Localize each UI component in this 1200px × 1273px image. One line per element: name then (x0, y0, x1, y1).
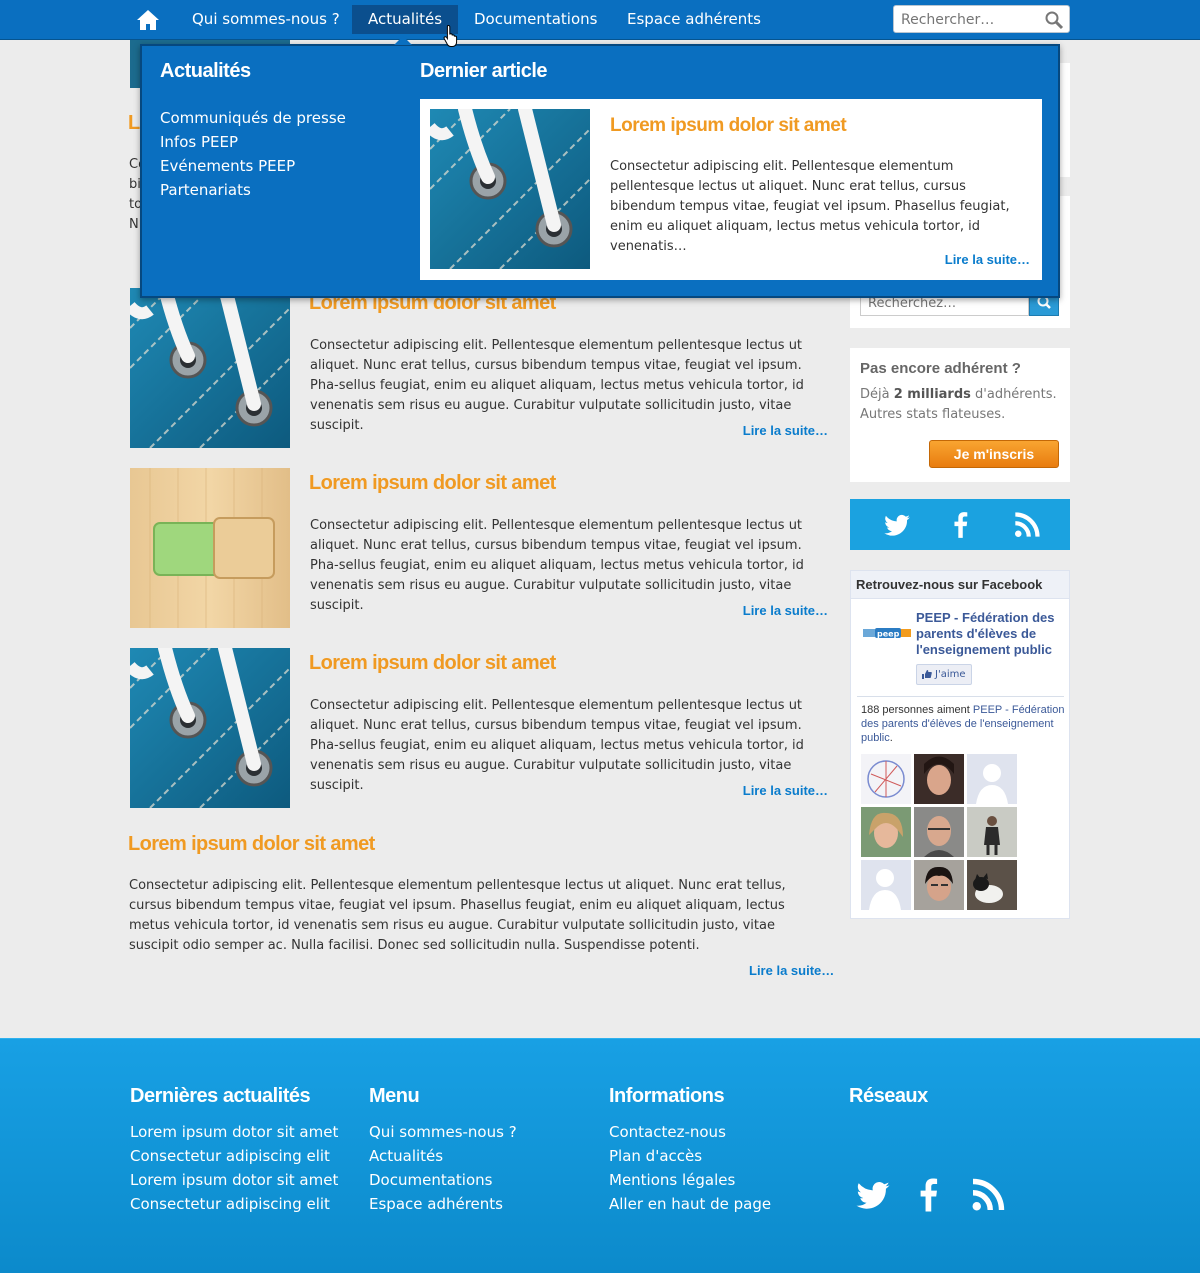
thumbs-up-icon (922, 670, 932, 679)
join-stat: 2 milliards (893, 387, 971, 402)
shoe-lace-image[interactable] (130, 288, 290, 448)
twitter-icon[interactable] (855, 1177, 891, 1213)
article-title[interactable]: Lorem ipsum dolor sit amet (309, 472, 556, 495)
facebook-icon[interactable] (947, 511, 975, 539)
article-card: Lorem ipsum dolor sit amet Consectetur a… (130, 288, 830, 448)
like-count-suffix: . (889, 732, 893, 744)
footer-heading: Menu (369, 1085, 420, 1107)
nav-item-espace-adherents[interactable]: Espace adhérents (611, 5, 777, 34)
twitter-icon[interactable] (883, 511, 911, 539)
facebook-widget-header: Retrouvez-nous sur Facebook (851, 571, 1069, 599)
join-title: Pas encore adhérent ? (860, 360, 1021, 377)
fan-avatar-placeholder[interactable] (967, 754, 1017, 804)
nav-item-qui-sommes-nous[interactable]: Qui sommes-nous ? (176, 5, 356, 34)
fan-avatar[interactable] (914, 754, 964, 804)
article-excerpt: Consectetur adipiscing elit. Pellentesqu… (129, 878, 786, 953)
read-more-link[interactable]: Lire la suite… (743, 603, 828, 618)
article-title[interactable]: Lorem ipsum dolor sit amet (309, 652, 556, 675)
join-text-line2: Autres stats flateuses. (860, 407, 1006, 422)
signup-button[interactable]: Je m'inscris (929, 440, 1059, 468)
search-icon[interactable] (1044, 10, 1064, 30)
footer-heading: Réseaux (849, 1085, 928, 1107)
join-box: Pas encore adhérent ? Déjà 2 milliards d… (850, 348, 1070, 482)
dropdown-caret (394, 36, 412, 45)
latest-article-title[interactable]: Lorem ipsum dolor sit amet (610, 115, 847, 137)
rss-icon[interactable] (970, 1177, 1006, 1213)
wood-toggle-image[interactable] (130, 468, 290, 628)
site-footer: Dernières actualités Lorem ipsum dotor s… (0, 1038, 1200, 1273)
facebook-icon[interactable] (911, 1177, 947, 1213)
footer-heading: Dernières actualités (130, 1085, 311, 1107)
divider (857, 696, 1064, 697)
nav-item-documentations[interactable]: Documentations (458, 5, 613, 34)
facebook-like-button[interactable]: J'aime (916, 664, 972, 685)
dropdown-section-title: Actualités (160, 60, 251, 82)
rss-icon[interactable] (1013, 511, 1041, 539)
fan-avatar-placeholder[interactable] (861, 860, 911, 910)
article-card: Lorem ipsum dolor sit amet Consectetur a… (130, 468, 830, 628)
latest-article-card: Lorem ipsum dolor sit amet Consectetur a… (420, 99, 1042, 280)
latest-article-excerpt: Consectetur adipiscing elit. Pellentesqu… (610, 159, 1010, 254)
read-more-link[interactable]: Lire la suite… (743, 783, 828, 798)
fan-avatar[interactable] (967, 807, 1017, 857)
read-more-link[interactable]: Lire la suite… (945, 252, 1030, 267)
footer-link[interactable]: Contactez-nous (609, 1120, 771, 1144)
like-count-text: 188 personnes aiment (861, 704, 973, 716)
footer-link[interactable]: Actualités (369, 1144, 517, 1168)
footer-link[interactable]: Documentations (369, 1168, 517, 1192)
footer-column-networks: Réseaux (849, 1085, 1005, 1212)
join-text: Déjà 2 milliards d'adhérents. Autres sta… (860, 385, 1065, 425)
footer-link[interactable]: Qui sommes-nous ? (369, 1120, 517, 1144)
facebook-like-count: 188 personnes aiment PEEP - Fédération d… (861, 703, 1066, 745)
fan-avatar[interactable] (914, 860, 964, 910)
shoe-lace-image[interactable] (430, 109, 590, 269)
footer-link[interactable]: Lorem ipsum dotor sit amet (130, 1168, 338, 1192)
footer-link[interactable]: Mentions légales (609, 1168, 771, 1192)
main-navigation: Qui sommes-nous ? Actualités Documentati… (0, 0, 1200, 40)
fan-avatar[interactable] (914, 807, 964, 857)
dropdown-link-communiques[interactable]: Communiqués de presse (160, 106, 346, 130)
join-text-suffix: d'adhérents. (970, 387, 1057, 402)
article-excerpt: Consectetur adipiscing elit. Pellentesqu… (310, 698, 804, 793)
fan-avatar[interactable] (967, 860, 1017, 910)
article-title[interactable]: Lorem ipsum dolor sit amet (128, 833, 375, 856)
peep-logo-icon[interactable]: peep (863, 625, 913, 641)
footer-column-menu: Menu Qui sommes-nous ? Actualités Docume… (369, 1085, 517, 1216)
dropdown-link-evenements[interactable]: Evénements PEEP (160, 154, 346, 178)
footer-link[interactable]: Espace adhérents (369, 1192, 517, 1216)
hand-cursor-icon (443, 24, 458, 47)
footer-link[interactable]: Aller en haut de page (609, 1192, 771, 1216)
article-excerpt: Consectetur adipiscing elit. Pellentesqu… (310, 518, 804, 613)
svg-text:peep: peep (877, 630, 900, 639)
footer-column-informations: Informations Contactez-nous Plan d'accès… (609, 1085, 771, 1216)
header-search-input[interactable] (901, 10, 1041, 29)
home-icon[interactable] (136, 8, 160, 32)
dropdown-links: Communiqués de presse Infos PEEP Evéneme… (160, 106, 346, 202)
shoe-lace-image[interactable] (130, 648, 290, 808)
article-excerpt: Consectetur adipiscing elit. Pellentesqu… (310, 338, 804, 433)
facebook-like-label: J'aime (935, 669, 966, 680)
dropdown-link-partenariats[interactable]: Partenariats (160, 178, 346, 202)
article-card: Lorem ipsum dolor sit amet Consectetur a… (130, 648, 830, 808)
facebook-page-name[interactable]: PEEP - Fédération des parents d'élèves d… (916, 610, 1066, 658)
fan-avatar[interactable] (861, 807, 911, 857)
dropdown-link-infos[interactable]: Infos PEEP (160, 130, 346, 154)
read-more-link[interactable]: Lire la suite… (743, 423, 828, 438)
footer-link[interactable]: Plan d'accès (609, 1144, 771, 1168)
facebook-widget: Retrouvez-nous sur Facebook peep PEEP - … (850, 570, 1070, 919)
footer-heading: Informations (609, 1085, 725, 1107)
latest-article-heading: Dernier article (420, 60, 548, 82)
footer-link[interactable]: Lorem ipsum dotor sit amet (130, 1120, 338, 1144)
header-search (893, 5, 1070, 33)
footer-link[interactable]: Consectetur adipiscing elit (130, 1144, 338, 1168)
social-bar (850, 499, 1070, 550)
read-more-link[interactable]: Lire la suite… (749, 963, 834, 978)
join-text-prefix: Déjà (860, 387, 894, 402)
footer-column-news: Dernières actualités Lorem ipsum dotor s… (130, 1085, 338, 1216)
fan-avatar[interactable] (861, 754, 911, 804)
actualites-dropdown-menu: Actualités Communiqués de presse Infos P… (140, 44, 1060, 298)
footer-link[interactable]: Consectetur adipiscing elit (130, 1192, 338, 1216)
